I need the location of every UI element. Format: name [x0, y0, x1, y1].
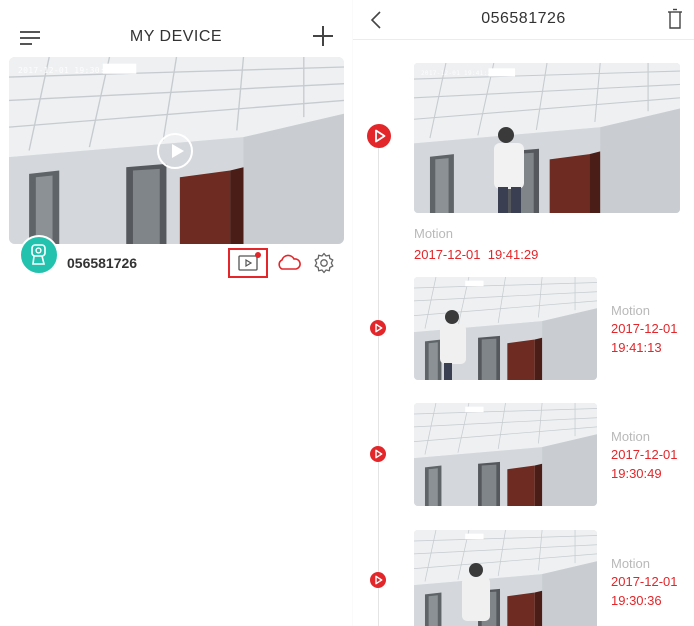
device-live-preview[interactable]: 2017-12-01 19:30:17	[9, 57, 344, 244]
event-thumbnail-4[interactable]	[414, 530, 597, 626]
play-icon	[375, 575, 383, 585]
event-date-3: 2017-12-01	[611, 447, 678, 462]
event-marker-3[interactable]	[370, 446, 386, 462]
timeline-line	[378, 147, 379, 626]
event-marker-1[interactable]	[367, 124, 391, 148]
event-type-1: Motion	[414, 226, 454, 241]
trash-icon[interactable]	[667, 8, 683, 35]
device-name: 056581726	[67, 255, 138, 271]
page-title: MY DEVICE	[129, 28, 223, 45]
event-marker-4[interactable]	[370, 572, 386, 588]
event-type-2: Motion	[611, 303, 651, 318]
cloud-icon	[278, 254, 301, 270]
new-event-dot	[255, 252, 261, 258]
device-list-pane: MY DEVICE 2017-12-01 19:30:17 056581726	[0, 0, 352, 626]
camera-icon	[31, 244, 46, 265]
event-time-2: 19:41:13	[611, 340, 662, 355]
event-type-4: Motion	[611, 556, 651, 571]
device-list-header: MY DEVICE	[0, 22, 352, 54]
camera-osd-timestamp: 2017-12-01 19:30:17	[18, 66, 116, 75]
playback-button[interactable]	[228, 248, 268, 278]
settings-button[interactable]	[313, 252, 335, 279]
camera-avatar	[19, 235, 59, 275]
play-icon	[375, 129, 386, 143]
event-date-2: 2017-12-01	[611, 321, 678, 336]
event-time-4: 19:30:36	[611, 593, 662, 608]
device-title: 056581726	[481, 10, 566, 27]
event-thumbnail-2[interactable]	[414, 277, 597, 380]
event-thumbnail-3[interactable]	[414, 403, 597, 506]
event-type-3: Motion	[611, 429, 651, 444]
cloud-button[interactable]	[276, 253, 302, 276]
event-time-3: 19:30:49	[611, 466, 662, 481]
add-device-icon[interactable]	[312, 25, 334, 47]
event-timeline-pane: 056581726 2017-12-01 19:41:29 Motion 201…	[353, 0, 694, 626]
event-osd-timestamp: 2017-12-01 19:41:29	[421, 70, 496, 77]
event-marker-2[interactable]	[370, 320, 386, 336]
timeline-header: 056581726	[353, 0, 694, 40]
play-icon	[375, 323, 383, 333]
play-icon[interactable]	[157, 133, 193, 169]
gear-icon	[314, 252, 334, 274]
play-icon	[375, 449, 383, 459]
event-date-4: 2017-12-01	[611, 574, 678, 589]
event-time-1: 2017-12-01 19:41:29	[414, 247, 539, 262]
event-thumbnail-1[interactable]: 2017-12-01 19:41:29	[414, 63, 680, 213]
